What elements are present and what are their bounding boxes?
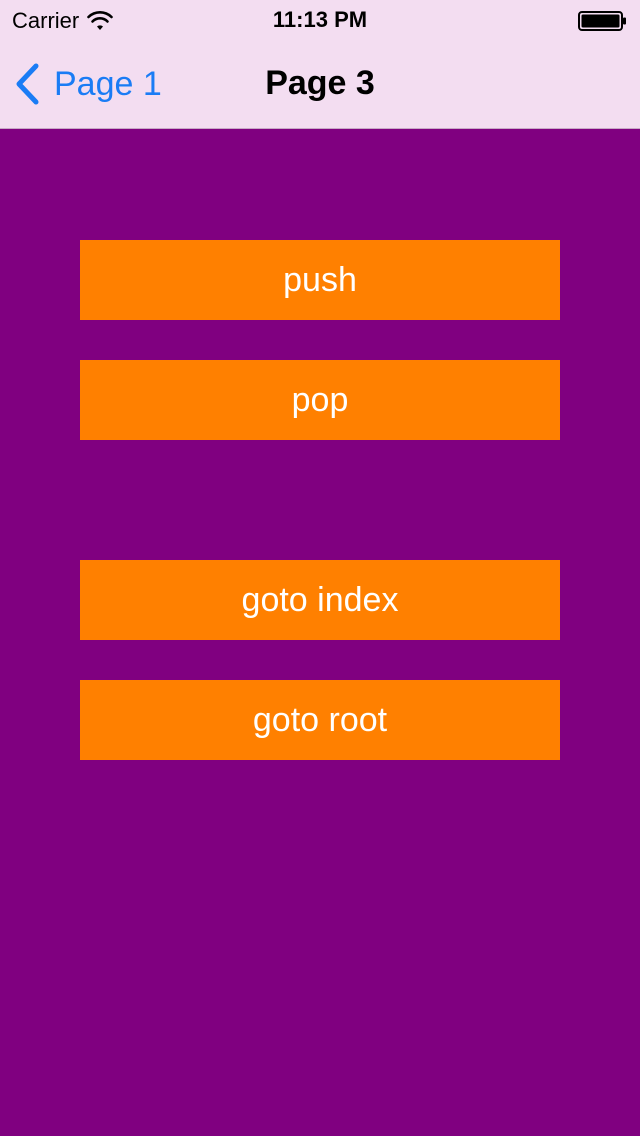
status-time: 11:13 PM: [272, 7, 368, 32]
push-button[interactable]: push: [80, 240, 560, 320]
battery-icon: [578, 11, 626, 31]
page-title: Page 3: [265, 64, 375, 102]
goto-root-button[interactable]: goto root: [80, 680, 560, 760]
pop-button[interactable]: pop: [80, 360, 560, 440]
top-bar: Carrier 11:13 PM Page 1 Page 3: [0, 0, 640, 129]
goto-index-button[interactable]: goto index: [80, 560, 560, 640]
navigation-bar: Page 1 Page 3: [0, 40, 640, 128]
status-bar: Carrier 11:13 PM: [0, 0, 640, 40]
